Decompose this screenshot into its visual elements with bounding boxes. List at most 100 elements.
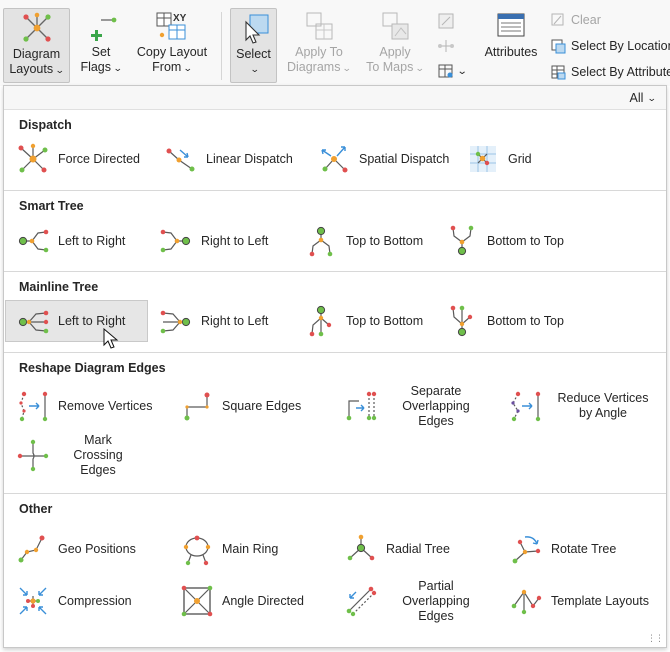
section-title-dispatch: Dispatch [19, 118, 72, 132]
layout-properties-icon[interactable] [437, 12, 455, 30]
smart-tree-bottom-to-top[interactable]: Bottom to Top [445, 224, 564, 258]
mainline-tree-bottom-to-top[interactable]: Bottom to Top [445, 304, 564, 338]
layout-label: Geo Positions [58, 541, 136, 556]
partial-overlapping-edges-icon [346, 586, 377, 617]
chevron-down-icon: ⌄ [250, 64, 260, 74]
mainline-tree-top-to-bottom[interactable]: Top to Bottom [304, 304, 423, 338]
layout-label: Top to Bottom [346, 313, 424, 328]
copy-layout-label-1: Copy Layout [136, 45, 208, 59]
clear-selection-icon [551, 13, 564, 26]
reshape-separate-overlapping-edges[interactable]: Separate Overlapping Edges [344, 384, 486, 428]
gallery-filter-bar [4, 86, 666, 110]
layout-force-directed[interactable]: Force Directed [16, 142, 140, 176]
linear-dispatch-icon [166, 148, 195, 172]
attributes-button[interactable]: Attributes [481, 10, 541, 82]
set-flags-label-1: Set [91, 45, 111, 59]
chevron-down-icon: ⌄ [456, 65, 468, 77]
smart-tree-right-to-left[interactable]: Right to Left [159, 224, 268, 258]
tree-left-to-right-icon [18, 229, 49, 253]
layout-linear-dispatch[interactable]: Linear Dispatch [164, 142, 293, 176]
section-title-reshape-edges: Reshape Diagram Edges [19, 361, 166, 375]
other-main-ring[interactable]: Main Ring [180, 532, 278, 566]
layout-spatial-dispatch[interactable]: Spatial Dispatch [317, 142, 449, 176]
layout-grid[interactable]: Grid [466, 142, 532, 176]
reshape-square-edges[interactable]: Square Edges [180, 389, 301, 423]
layout-label: Compression [58, 593, 132, 608]
tree-top-to-bottom-icon [309, 226, 333, 257]
clear-selection-button[interactable]: Clear [550, 12, 601, 28]
layout-label: Force Directed [58, 151, 140, 166]
diagram-consistency-icon[interactable] [437, 37, 455, 55]
remove-vertices-icon [19, 391, 48, 422]
other-compression[interactable]: Compression [16, 584, 132, 618]
rotate-tree-icon [512, 536, 541, 564]
copy-layout-button[interactable]: XY Copy Layout From ⌄ [133, 10, 211, 82]
separate-overlapping-edges-icon [346, 391, 377, 421]
smart-tree-left-to-right[interactable]: Left to Right [16, 224, 125, 258]
layout-label: Rotate Tree [551, 541, 617, 556]
select-button[interactable]: Select ⌄ [230, 8, 277, 83]
chevron-down-icon: ⌄ [415, 63, 426, 73]
apply-to-maps-label-2: To Maps ⌄ [366, 60, 426, 74]
tree-right-to-left-icon [160, 229, 191, 253]
apply-to-maps-button[interactable]: Apply To Maps ⌄ [362, 10, 428, 82]
apply-to-maps-icon [382, 12, 409, 40]
main-ring-icon [183, 535, 211, 566]
apply-to-diagrams-label-2: Diagrams ⌄ [286, 60, 353, 74]
mouse-cursor-icon [103, 328, 119, 349]
layout-label: Left to Right [58, 233, 126, 248]
select-by-location-icon [551, 39, 566, 54]
select-by-location-button[interactable]: Select By Location [550, 38, 670, 54]
attributes-table-icon [497, 13, 525, 37]
layout-label: Right to Left [201, 313, 269, 328]
mainline-tree-left-to-right[interactable]: Left to Right [5, 300, 148, 342]
reduce-vertices-by-angle-icon [511, 391, 541, 422]
apply-to-diagrams-icon [306, 12, 333, 40]
smart-tree-top-to-bottom[interactable]: Top to Bottom [304, 224, 423, 258]
section-divider [4, 352, 666, 353]
other-partial-overlapping-edges[interactable]: Partial Overlapping Edges [344, 579, 486, 623]
chevron-down-icon: ⌄ [183, 63, 193, 73]
select-by-location-label: Select By Location [571, 39, 670, 53]
more-tools-dropdown[interactable]: ⌄ [437, 62, 468, 80]
other-geo-positions[interactable]: Geo Positions [16, 532, 136, 566]
resize-grip-icon[interactable]: ⋮⋮ [647, 633, 664, 644]
set-flags-button[interactable]: Set Flags ⌄ [75, 10, 127, 82]
other-radial-tree[interactable]: Radial Tree [344, 532, 450, 566]
layout-label: Bottom to Top [487, 313, 564, 328]
mainline-tree-right-to-left[interactable]: Right to Left [159, 304, 268, 338]
set-flags-label-2: Flags ⌄ [80, 60, 123, 74]
other-angle-directed[interactable]: Angle Directed [180, 584, 304, 618]
section-title-other: Other [19, 502, 53, 516]
diagram-layouts-gallery: All ⌄ Dispatch Force Directed Linear Dis… [3, 85, 667, 648]
layout-label: Left to Right [58, 313, 126, 328]
spatial-dispatch-icon [321, 146, 348, 173]
reshape-mark-crossing-edges[interactable]: Mark Crossing Edges [16, 433, 138, 477]
apply-to-diagrams-label-1: Apply To [295, 45, 343, 59]
layout-label: Main Ring [222, 541, 279, 556]
layout-label: Right to Left [201, 233, 269, 248]
grid-tools-icon [438, 64, 453, 78]
other-template-layouts[interactable]: Template Layouts [509, 584, 649, 618]
mainline-right-to-left-icon [160, 310, 191, 334]
reshape-remove-vertices[interactable]: Remove Vertices [16, 389, 152, 423]
layout-label: Bottom to Top [487, 233, 564, 248]
diagram-layouts-button[interactable]: Diagram Layouts ⌄ [3, 8, 70, 83]
apply-to-diagrams-button[interactable]: Apply To Diagrams ⌄ [284, 10, 354, 82]
section-title-smart-tree: Smart Tree [19, 199, 84, 213]
diagram-layouts-icon [22, 12, 51, 42]
angle-directed-icon [181, 585, 213, 617]
other-rotate-tree[interactable]: Rotate Tree [509, 532, 616, 566]
layout-label: Remove Vertices [58, 398, 153, 413]
mark-crossing-edges-icon [17, 439, 49, 472]
svg-text:XY: XY [173, 13, 187, 24]
mainline-top-to-bottom-icon [309, 305, 332, 337]
section-title-mainline-tree: Mainline Tree [19, 280, 99, 294]
chevron-down-icon: ⌄ [342, 63, 353, 73]
layout-label: Spatial Dispatch [359, 151, 450, 166]
ribbon-toolbar: Diagram Layouts ⌄ Set Flags ⌄ XY Copy Layo… [0, 0, 670, 86]
compression-icon [19, 587, 47, 615]
gallery-filter-dropdown[interactable]: All ⌄ [630, 91, 658, 105]
reshape-reduce-vertices-by-angle[interactable]: Reduce Vertices by Angle [509, 389, 655, 423]
select-by-attributes-button[interactable]: Select By Attributes [550, 64, 670, 80]
